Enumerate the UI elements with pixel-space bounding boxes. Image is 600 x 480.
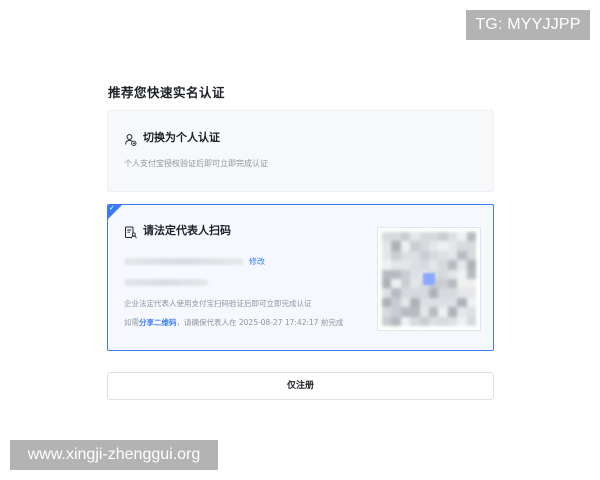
share-hint-deadline: ，请确保代表人在 2025-08-27 17:42:17 前完成 bbox=[176, 318, 344, 327]
personal-auth-header: 切换为个人认证 bbox=[124, 129, 220, 146]
qr-code bbox=[377, 227, 481, 331]
check-icon: ✓ bbox=[109, 204, 115, 212]
panel-title: 推荐您快速实名认证 bbox=[108, 85, 226, 100]
personal-auth-option[interactable]: 切换为个人认证 个人支付宝授权验证后即可立即完成认证 bbox=[107, 110, 494, 192]
redacted-representative-name bbox=[124, 279, 208, 286]
edit-link[interactable]: 修改 bbox=[249, 256, 265, 267]
page: TG: MYYJJPP 推荐您快速实名认证 切换为个人认证 个人支付宝授权验证后… bbox=[0, 0, 600, 480]
register-only-button[interactable]: 仅注册 bbox=[107, 372, 494, 400]
legal-rep-title: 请法定代表人扫码 bbox=[143, 224, 231, 237]
share-hint-prefix: 如需 bbox=[124, 318, 139, 327]
qr-center-logo bbox=[423, 273, 435, 285]
watermark-website: www.xingji-zhenggui.org bbox=[10, 440, 218, 470]
legal-rep-description: 企业法定代表人使用支付宝扫码验证后即可立即完成认证 bbox=[124, 299, 312, 308]
scan-person-icon bbox=[124, 224, 137, 238]
redacted-company-name bbox=[124, 258, 244, 265]
share-qr-link[interactable]: 分享二维码 bbox=[139, 318, 177, 327]
share-qr-hint: 如需分享二维码，请确保代表人在 2025-08-27 17:42:17 前完成 bbox=[124, 317, 343, 328]
personal-auth-title: 切换为个人认证 bbox=[143, 131, 220, 144]
watermark-telegram: TG: MYYJJPP bbox=[466, 10, 590, 40]
person-swap-icon bbox=[124, 131, 137, 146]
legal-rep-header: 请法定代表人扫码 bbox=[124, 222, 231, 238]
legal-rep-scan-option[interactable]: ✓ 请法定代表人扫码 修改 企业法定代表人使用支付宝扫码验证后即可立即完成认证 … bbox=[107, 204, 494, 351]
personal-auth-description: 个人支付宝授权验证后即可立即完成认证 bbox=[124, 159, 268, 168]
